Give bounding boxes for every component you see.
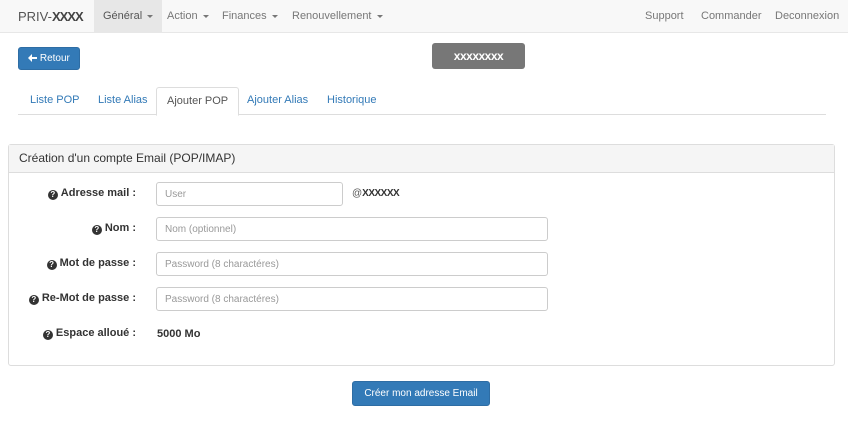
back-button[interactable]: Retour [18,47,80,70]
nav-menu-finances[interactable]: Finances [213,0,287,33]
name-label-text: Nom : [104,222,136,234]
nav-link-deconnexion[interactable]: Deconnexion [766,0,848,33]
caret-down-icon [271,14,278,18]
nav-menu-renouvellement-label: Renouvellement [292,10,372,22]
brand-prefix: PRIV- [18,9,52,24]
top-navbar: PRIV-XXXX Général Action Finances Renouv… [0,0,848,33]
email-domain-masked: XXXXXX [362,188,400,199]
password-label: ? Mot de passe : [46,257,136,270]
tab-liste-pop[interactable]: Liste POP [20,87,90,115]
nav-menu-general-label: Général [103,10,143,22]
nav-menu-action-label: Action [167,10,198,22]
email-domain-suffix: @XXXXXX [352,188,400,199]
question-circle-icon: ? [46,260,57,270]
tab-liste-alias[interactable]: Liste Alias [88,87,158,115]
password-label-text: Mot de passe : [59,257,136,269]
password-confirm-label-text: Re-Mot de passe : [41,292,136,304]
caret-down-icon [376,14,383,18]
email-user-input[interactable] [156,182,343,206]
nav-link-commander[interactable]: Commander [692,0,771,33]
domain-badge: xxxxxxxx [432,43,525,69]
nav-menu-finances-label: Finances [222,10,267,22]
tab-ajouter-alias[interactable]: Ajouter Alias [237,87,318,115]
name-input[interactable] [156,217,548,241]
arrow-left-icon [28,53,40,64]
question-circle-icon: ? [28,295,39,305]
nav-link-support[interactable]: Support [636,0,693,33]
create-email-button[interactable]: Créer mon adresse Email [352,381,490,406]
question-circle-icon: ? [47,190,58,200]
nav-menu-action[interactable]: Action [158,0,218,33]
nav-menu-renouvellement[interactable]: Renouvellement [283,0,392,33]
quota-value: 5000 Mo [157,328,201,340]
quota-label-text: Espace alloué : [55,327,136,339]
email-label: ? Adresse mail : [47,187,136,200]
brand-masked: XXXX [51,9,84,24]
password-confirm-input[interactable] [156,287,548,311]
password-confirm-label: ? Re-Mot de passe : [28,292,136,305]
nav-menu-general[interactable]: Général [94,0,163,33]
name-label: ? Nom : [91,222,136,235]
tab-historique[interactable]: Historique [317,87,387,115]
email-domain-at: @ [352,188,363,199]
caret-down-icon [147,14,154,18]
question-circle-icon: ? [91,225,102,235]
back-button-label: Retour [39,53,70,64]
brand-logo[interactable]: PRIV-XXXX [18,9,84,24]
question-circle-icon: ? [42,330,53,340]
email-label-text: Adresse mail : [60,187,136,199]
caret-down-icon [202,14,209,18]
password-input[interactable] [156,252,548,276]
panel-title: Création d'un compte Email (POP/IMAP) [9,145,834,173]
tab-bar: Liste POP Liste Alias Ajouter POP Ajoute… [18,87,826,116]
tab-ajouter-pop[interactable]: Ajouter POP [156,87,240,116]
quota-label: ? Espace alloué : [42,327,136,340]
